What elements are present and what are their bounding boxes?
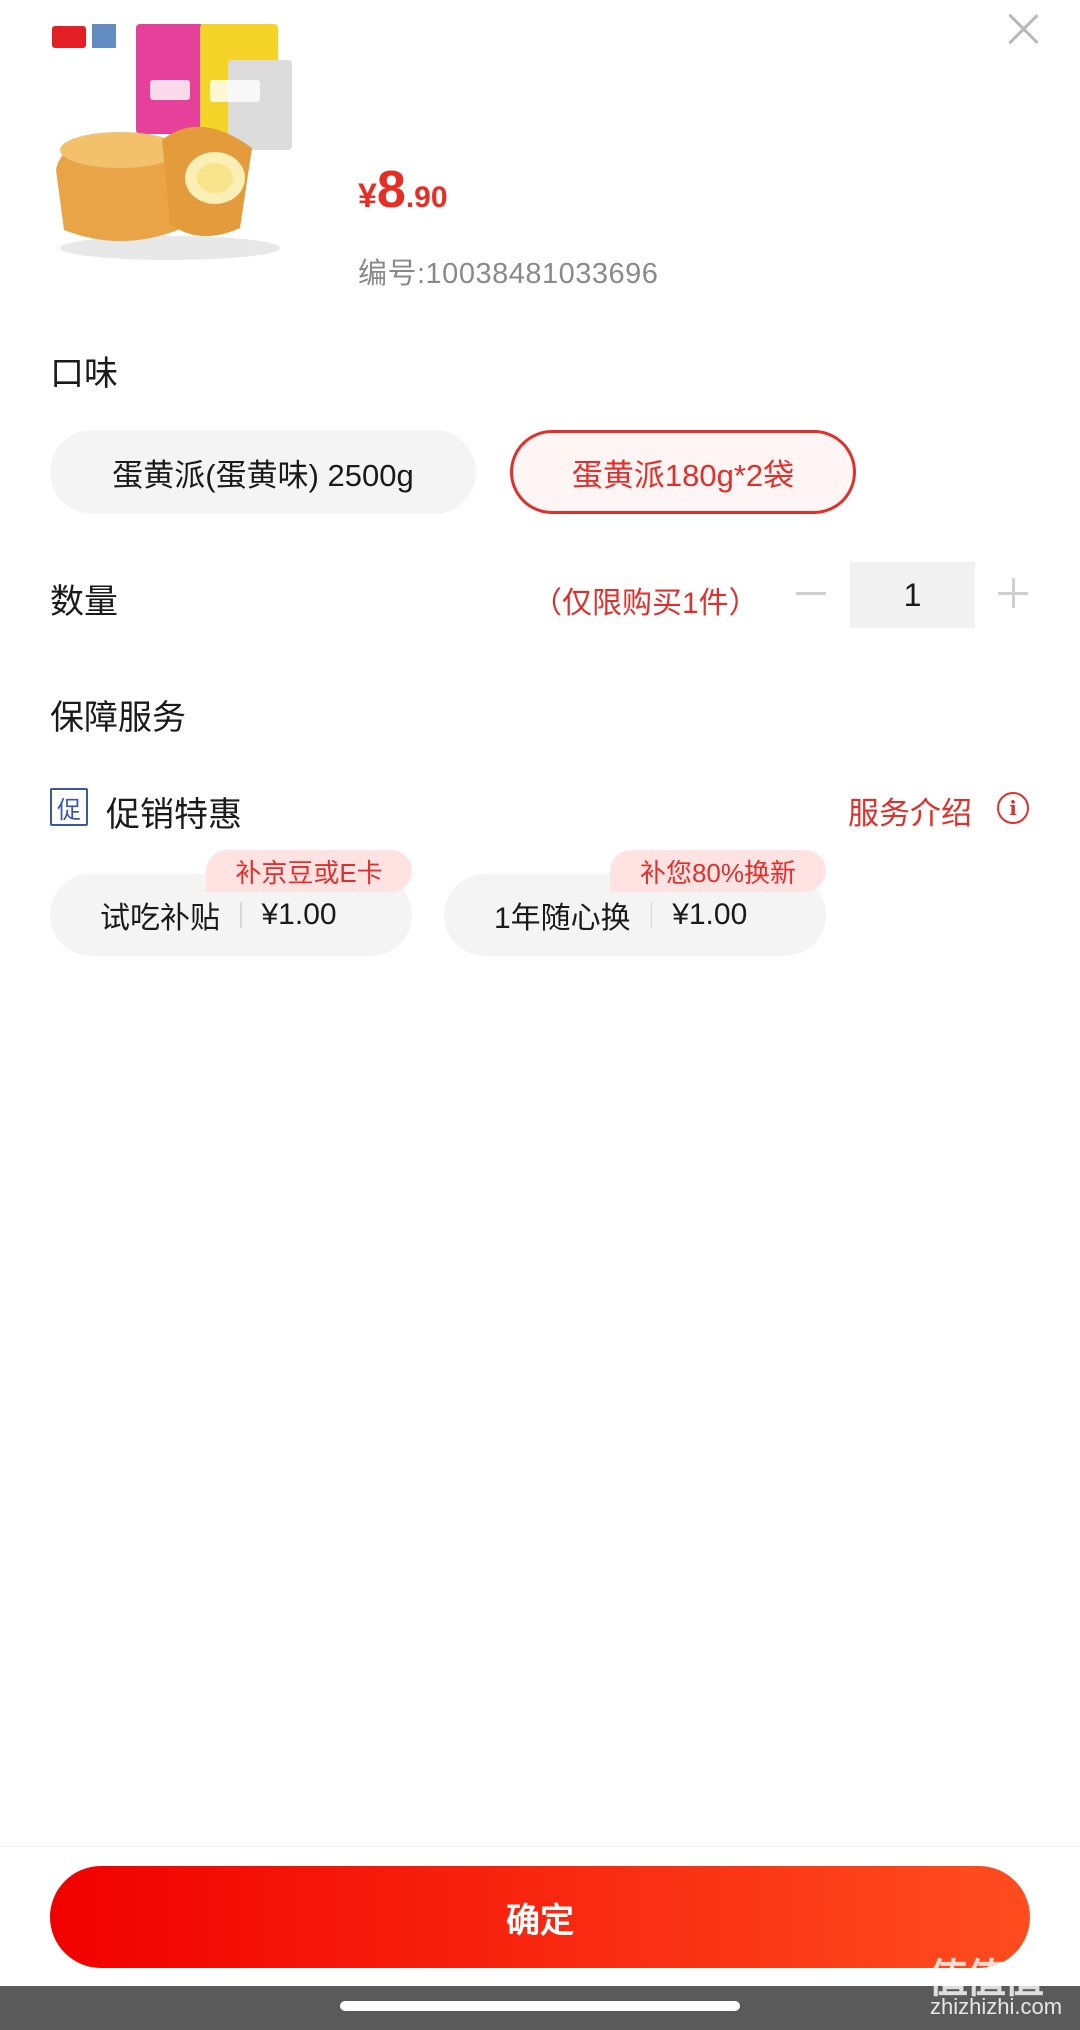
flavor-option-2500g[interactable]: 蛋黄派(蛋黄味) 2500g	[50, 430, 476, 514]
sku-number: 编号:10038481033696	[358, 258, 659, 290]
flavor-option-180g-2bags[interactable]: 蛋黄派180g*2袋	[510, 430, 856, 514]
promo-tag: 补京豆或E卡	[206, 850, 412, 892]
product-image	[50, 20, 308, 266]
promo-tag: 补您80%换新	[610, 850, 826, 892]
watermark-url: zhizhizhi.com	[930, 1994, 1063, 2019]
confirm-button[interactable]: 确定	[50, 1866, 1030, 1968]
plus-icon[interactable]	[998, 578, 1028, 608]
flavor-title: 口味	[50, 355, 118, 393]
service-intro-link[interactable]: 服务介绍	[848, 788, 972, 833]
home-indicator[interactable]	[340, 2001, 740, 2011]
quantity-title: 数量	[50, 583, 118, 621]
promo-icon: 促	[50, 788, 88, 826]
promotion-title: 促销特惠	[106, 796, 242, 834]
promo-card-price: ¥1.00	[672, 898, 748, 931]
footer-divider	[0, 1846, 1080, 1847]
promo-card-name: 1年随心换	[494, 902, 631, 935]
info-icon[interactable]: i	[997, 792, 1029, 824]
price-symbol: ¥	[358, 177, 377, 215]
price-decimal: .90	[405, 181, 448, 214]
purchase-limit-note: （仅限购买1件）	[532, 587, 759, 620]
divider	[240, 902, 242, 928]
price-integer: 8	[376, 161, 406, 219]
guarantee-title: 保障服务	[50, 699, 186, 737]
divider	[650, 902, 653, 928]
quantity-input[interactable]: 1	[850, 562, 975, 628]
price: ¥8.90	[358, 160, 448, 220]
minus-icon[interactable]	[796, 592, 826, 595]
promo-card-name: 试吃补贴	[100, 902, 220, 935]
close-icon[interactable]	[1006, 12, 1040, 46]
promo-card-price: ¥1.00	[261, 898, 337, 931]
